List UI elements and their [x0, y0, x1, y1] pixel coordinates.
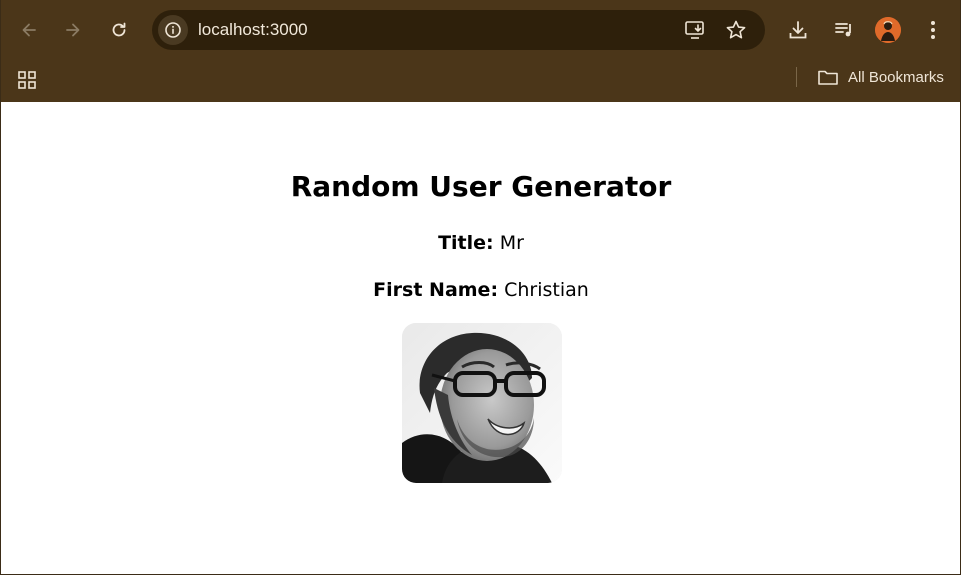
address-bar[interactable]: localhost:3000 — [152, 10, 765, 50]
media-control-button[interactable] — [827, 13, 861, 47]
folder-icon — [818, 70, 838, 85]
user-photo — [402, 323, 562, 483]
downloads-button[interactable] — [781, 13, 815, 47]
reload-icon — [112, 22, 126, 37]
page-content: Random User Generator Title: Mr First Na… — [2, 102, 960, 574]
install-app-icon — [685, 21, 704, 39]
download-icon — [789, 21, 807, 39]
menu-dots-icon — [931, 21, 935, 39]
bookmarks-bar: All Bookmarks — [1, 60, 960, 102]
url-text[interactable]: localhost:3000 — [198, 21, 308, 39]
first-name-label: First Name: — [373, 279, 499, 301]
media-control-icon — [835, 23, 851, 37]
first-name-field: First Name: Christian — [2, 279, 960, 301]
browser-window: localhost:3000 All Bookmarks Random User… — [0, 0, 961, 575]
browser-menu-button[interactable] — [916, 13, 950, 47]
reload-button[interactable] — [102, 13, 136, 47]
forward-button[interactable] — [56, 13, 90, 47]
first-name-value: Christian — [504, 279, 589, 301]
site-info-icon — [165, 22, 181, 38]
bookmark-star-button[interactable] — [724, 18, 748, 42]
forward-arrow-icon — [66, 23, 80, 37]
all-bookmarks-button[interactable]: All Bookmarks — [817, 64, 944, 90]
page-title: Random User Generator — [290, 170, 672, 203]
back-button[interactable] — [12, 13, 46, 47]
all-bookmarks-label: All Bookmarks — [848, 68, 944, 86]
site-info-button[interactable] — [158, 15, 188, 45]
user-portrait-photo — [402, 323, 562, 483]
profile-avatar[interactable] — [875, 17, 901, 43]
title-label: Title: — [438, 232, 494, 254]
apps-grid-icon — [18, 71, 36, 89]
back-arrow-icon — [22, 23, 36, 37]
browser-toolbar: localhost:3000 — [1, 0, 960, 60]
title-value: Mr — [499, 232, 524, 254]
star-icon — [726, 20, 746, 39]
bookmarks-divider — [796, 67, 797, 87]
install-app-button[interactable] — [683, 18, 707, 42]
apps-button[interactable] — [15, 68, 39, 92]
title-field: Title: Mr — [2, 232, 960, 254]
